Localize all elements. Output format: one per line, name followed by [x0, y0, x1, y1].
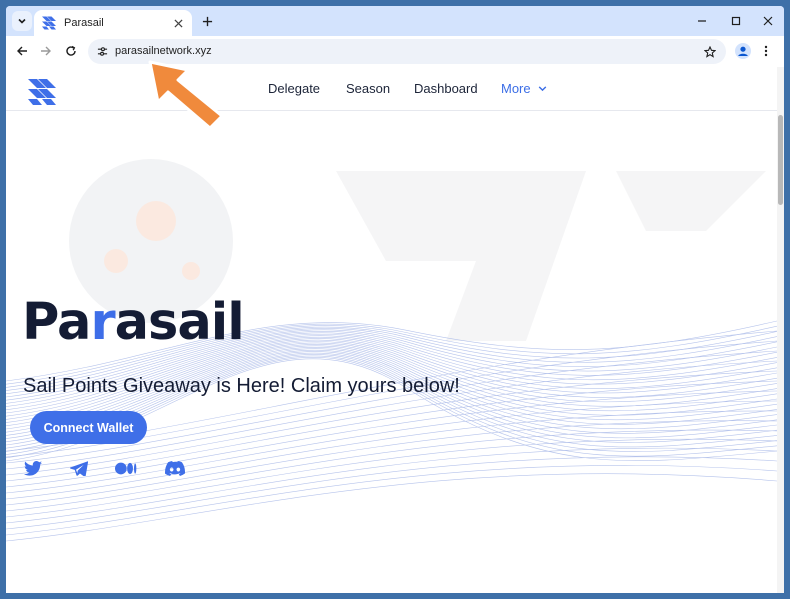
forward-button[interactable]: [36, 41, 56, 61]
back-button[interactable]: [12, 41, 32, 61]
browser-toolbar: parasailnetwork.xyz: [6, 36, 784, 67]
minimize-button[interactable]: [690, 11, 714, 31]
minimize-icon: [698, 20, 706, 22]
bookmark-button[interactable]: [701, 43, 718, 60]
parasail-favicon-icon: [42, 16, 56, 30]
profile-button[interactable]: [734, 42, 752, 60]
plus-icon: [202, 16, 212, 26]
page-scrollbar[interactable]: [777, 67, 784, 593]
chevron-down-icon: [18, 18, 26, 24]
nav-dashboard[interactable]: Dashboard: [414, 81, 478, 96]
forward-arrow-icon: [41, 46, 51, 56]
tab-title: Parasail: [64, 17, 104, 29]
reload-button[interactable]: [61, 41, 81, 61]
discord-icon[interactable]: [164, 458, 186, 478]
kebab-menu-icon: [764, 45, 768, 57]
browser-menu-button[interactable]: [758, 42, 774, 60]
browser-window: Parasail parasailnetwork.xyz Delegate Se…: [6, 6, 784, 593]
web-page: Delegate Season Dashboard More Parasail …: [6, 67, 784, 593]
close-icon: [763, 16, 773, 26]
tab-close-icon[interactable]: [170, 15, 186, 31]
url-text[interactable]: parasailnetwork.xyz: [115, 45, 212, 57]
wave-background-art: [6, 159, 777, 542]
brand-wordmark: Parasail: [22, 293, 245, 352]
star-icon: [703, 45, 716, 58]
parasail-logo-icon[interactable]: [28, 79, 56, 105]
close-window-button[interactable]: [756, 11, 780, 31]
nav-season[interactable]: Season: [346, 81, 390, 96]
new-tab-button[interactable]: [198, 12, 216, 30]
brand-part-2: asail: [114, 293, 245, 352]
browser-tab[interactable]: Parasail: [34, 10, 192, 36]
connect-wallet-button[interactable]: Connect Wallet: [30, 411, 147, 444]
tab-search-button[interactable]: [12, 11, 32, 31]
site-info-button[interactable]: [94, 43, 111, 60]
telegram-icon[interactable]: [68, 458, 90, 478]
nav-more-label: More: [501, 81, 531, 96]
giveaway-tagline: Sail Points Giveaway is Here! Claim your…: [23, 375, 460, 397]
maximize-icon: [731, 16, 741, 26]
brand-part-1: Pa: [22, 293, 91, 352]
back-arrow-icon: [17, 46, 27, 56]
twitter-icon[interactable]: [22, 458, 44, 478]
nav-more-dropdown[interactable]: More: [501, 81, 548, 96]
medium-icon[interactable]: [115, 458, 137, 478]
brand-accent-letter: r: [90, 293, 115, 352]
maximize-button[interactable]: [724, 11, 748, 31]
site-header: Delegate Season Dashboard More: [6, 67, 777, 111]
tab-strip: Parasail: [6, 6, 784, 36]
scrollbar-thumb[interactable]: [778, 115, 783, 205]
profile-avatar-icon: [735, 43, 751, 59]
tune-icon: [97, 47, 108, 56]
annotation-arrow-icon: [148, 60, 224, 130]
reload-icon: [66, 45, 76, 56]
chevron-down-icon: [538, 86, 546, 92]
nav-delegate[interactable]: Delegate: [268, 81, 320, 96]
